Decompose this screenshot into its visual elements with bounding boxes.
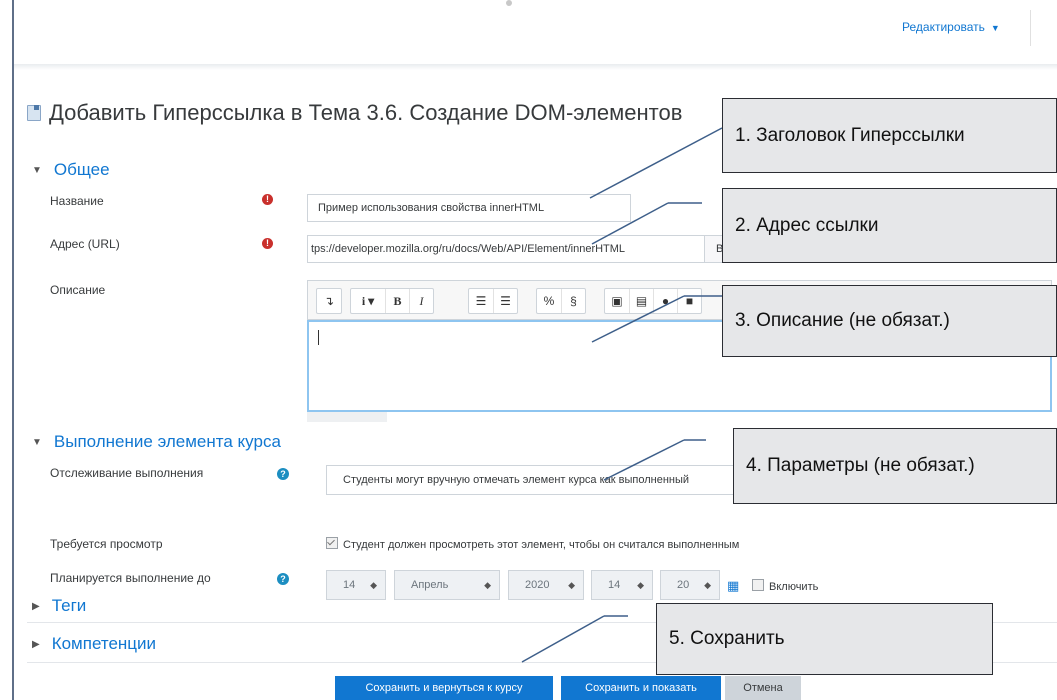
annotation-callout-1: 1. Заголовок Гиперссылки (722, 98, 1057, 173)
annotation-pointer-1 (589, 127, 723, 199)
annotation-text-5: 5. Сохранить (669, 628, 785, 649)
annotation-text-1: 1. Заголовок Гиперссылки (735, 124, 965, 146)
annotation-pointer-4 (603, 439, 685, 481)
annotation-callout-4: 4. Параметры (не обязат.) (733, 428, 1057, 504)
annotation-text-3: 3. Описание (не обязат.) (735, 310, 950, 331)
annotation-pointer-5 (521, 615, 605, 663)
annotation-pointer-3 (591, 295, 685, 343)
annotation-callout-5: 5. Сохранить (656, 603, 993, 675)
annotation-text-4: 4. Параметры (не обязат.) (746, 455, 975, 476)
annotation-callout-3: 3. Описание (не обязат.) (722, 285, 1057, 357)
annotation-text-2: 2. Адрес ссылки (735, 214, 879, 236)
annotation-callout-2: 2. Адрес ссылки (722, 188, 1057, 263)
annotation-pointer-2 (591, 202, 669, 245)
